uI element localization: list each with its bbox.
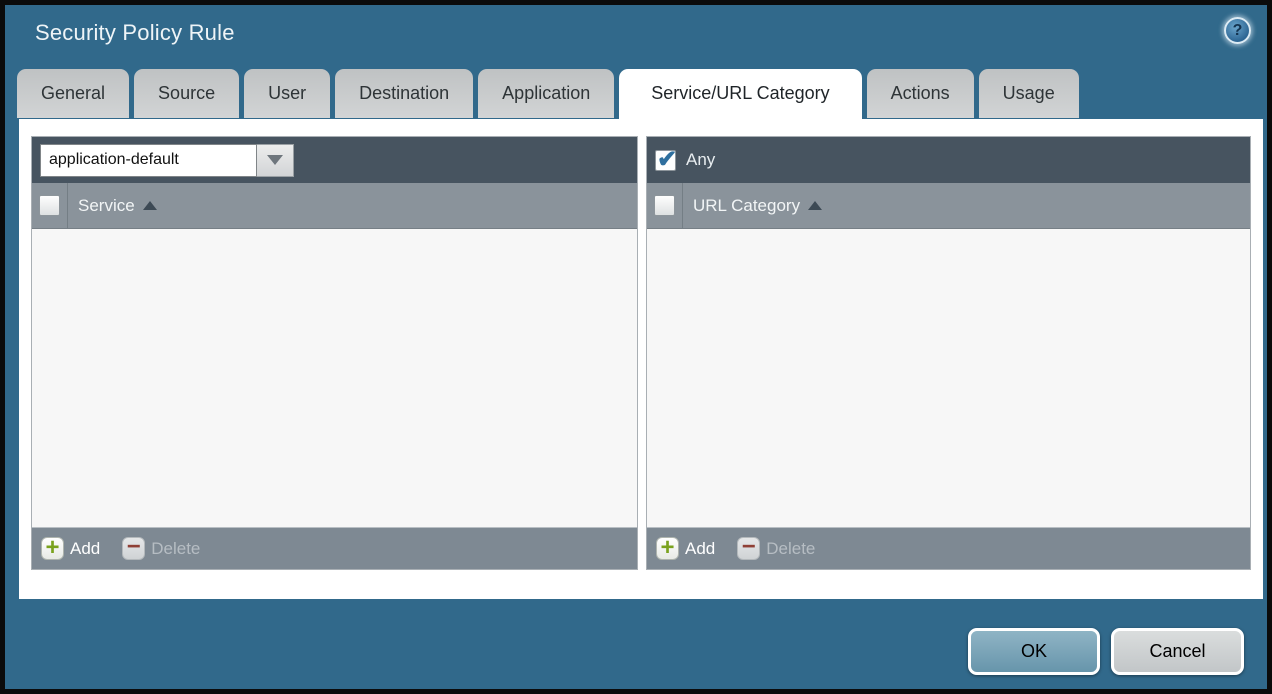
url-category-panel-toolbar: ✔ Any <box>647 137 1250 183</box>
service-column-header: Service <box>32 183 637 229</box>
service-panel-toolbar <box>32 137 637 183</box>
tab-general[interactable]: General <box>17 69 129 118</box>
url-category-select-all-checkbox[interactable] <box>654 195 675 216</box>
service-add-button[interactable]: + Add <box>41 537 100 560</box>
service-type-input[interactable] <box>40 144 257 177</box>
service-panel-footer: + Add − Delete <box>32 527 637 569</box>
service-panel: Service + Add − Delete <box>31 136 638 570</box>
help-icon[interactable]: ? <box>1224 17 1251 44</box>
tab-bar: General Source User Destination Applicat… <box>17 69 1079 121</box>
url-category-panel-footer: + Add − Delete <box>647 527 1250 569</box>
sort-asc-icon <box>143 201 157 210</box>
url-category-add-button[interactable]: + Add <box>656 537 715 560</box>
url-category-add-label: Add <box>685 539 715 559</box>
sort-asc-icon <box>808 201 822 210</box>
delete-icon: − <box>122 537 145 560</box>
dialog-title: Security Policy Rule <box>35 20 235 46</box>
service-select-all-checkbox[interactable] <box>39 195 60 216</box>
service-type-combobox <box>40 144 294 177</box>
chevron-down-icon <box>267 155 283 165</box>
service-type-dropdown-button[interactable] <box>257 144 294 177</box>
tab-service-url-category[interactable]: Service/URL Category <box>619 69 861 121</box>
tab-user[interactable]: User <box>244 69 330 118</box>
any-checkbox[interactable]: ✔ <box>655 150 676 171</box>
check-icon: ✔ <box>657 145 677 174</box>
service-delete-button[interactable]: − Delete <box>122 537 200 560</box>
add-icon: + <box>656 537 679 560</box>
url-category-table-body <box>647 229 1250 527</box>
service-header-checkbox-cell <box>32 183 68 228</box>
service-add-label: Add <box>70 539 100 559</box>
security-policy-rule-dialog: Security Policy Rule ? General Source Us… <box>0 0 1272 694</box>
service-column-label[interactable]: Service <box>78 196 135 216</box>
url-category-header-checkbox-cell <box>647 183 683 228</box>
delete-icon: − <box>737 537 760 560</box>
service-table-body <box>32 229 637 527</box>
tab-usage[interactable]: Usage <box>979 69 1079 118</box>
url-category-column-label[interactable]: URL Category <box>693 196 800 216</box>
add-icon: + <box>41 537 64 560</box>
tab-destination[interactable]: Destination <box>335 69 473 118</box>
tab-content-area: Service + Add − Delete ✔ Any <box>19 119 1263 599</box>
url-category-delete-button[interactable]: − Delete <box>737 537 815 560</box>
tab-actions[interactable]: Actions <box>867 69 974 118</box>
cancel-button[interactable]: Cancel <box>1111 628 1244 675</box>
url-category-column-header: URL Category <box>647 183 1250 229</box>
url-category-panel: ✔ Any URL Category + Add − Delete <box>646 136 1251 570</box>
url-category-delete-label: Delete <box>766 539 815 559</box>
service-delete-label: Delete <box>151 539 200 559</box>
tab-source[interactable]: Source <box>134 69 239 118</box>
tab-application[interactable]: Application <box>478 69 614 118</box>
any-label: Any <box>686 150 715 170</box>
ok-button[interactable]: OK <box>968 628 1100 675</box>
